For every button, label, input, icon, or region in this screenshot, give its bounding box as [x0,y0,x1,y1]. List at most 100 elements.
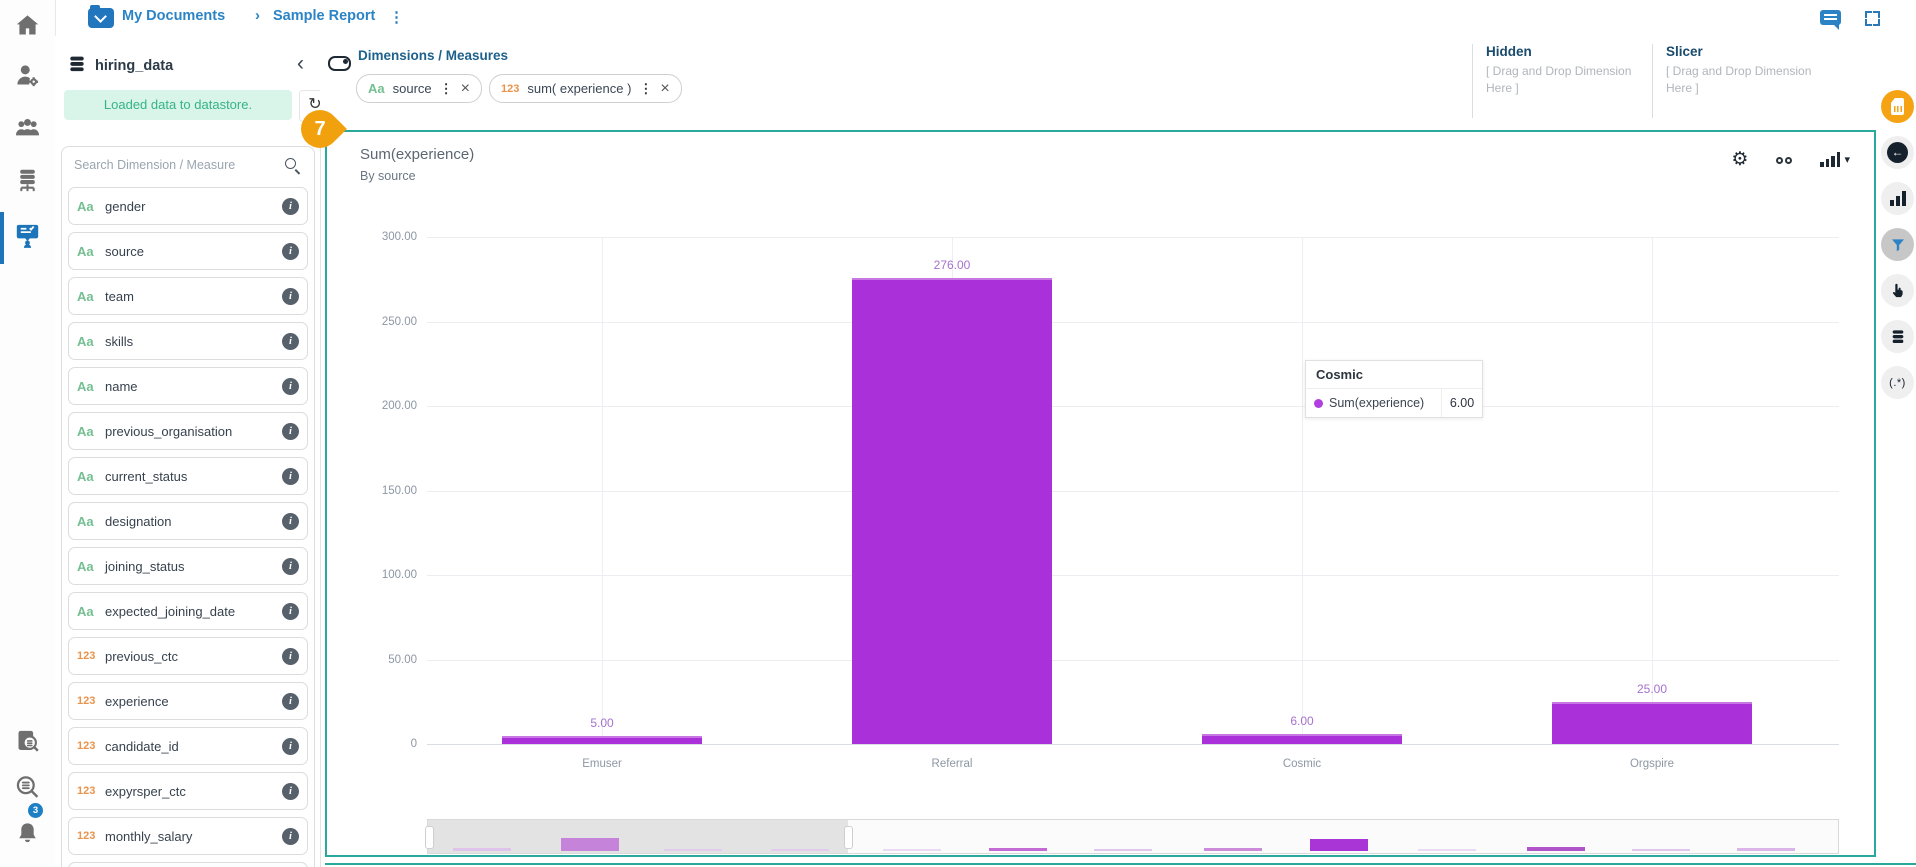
x-axis-label: Orgspire [1629,758,1675,770]
hidden-hint: [ Drag and Drop Dimension Here ] [1486,64,1632,95]
field-item-previous_ctc[interactable]: 123 previous_ctc i [68,637,308,675]
chip-label: sum( experience ) [527,81,632,96]
kebab-menu-icon[interactable]: ⋮ [440,81,453,97]
kebab-menu-icon[interactable]: ⋮ [639,81,652,97]
info-icon[interactable]: i [282,377,299,395]
field-item-offered_ctc[interactable]: 123offered_ctci [68,862,308,867]
field-item-team[interactable]: Aa team i [68,277,308,315]
filter-funnel-icon[interactable] [1881,228,1914,261]
chip-sum-experience-[interactable]: 123 sum( experience ) ⋮ × [489,74,682,103]
gridline [602,237,603,744]
y-axis-tick: 200.00 [381,400,417,412]
numeric-type-icon: 123 [77,830,96,842]
zoom-minimap[interactable] [425,819,1839,854]
breadcrumb-separator: › [255,7,260,24]
chart-type-selector-icon[interactable]: ▾ [1820,152,1850,167]
field-item-joining_status[interactable]: Aa joining_status i [68,547,308,585]
gridline [1302,237,1303,744]
info-icon[interactable]: i [282,692,299,710]
tooltip-series-name: Sum(experience) [1329,396,1425,410]
breadcrumb-sample-report[interactable]: Sample Report [273,8,375,24]
breadcrumb-my-documents[interactable]: My Documents [122,8,225,24]
notifications-bell-icon[interactable] [14,820,41,847]
bar-value-label: 5.00 [590,715,614,730]
field-label: gender [105,198,146,214]
field-item-skills[interactable]: Aa skills i [68,322,308,360]
slicer-drop-zone[interactable]: Slicer [ Drag and Drop Dimension Here ] [1652,44,1834,118]
comment-icon[interactable] [1820,10,1841,30]
field-label: monthly_salary [105,828,193,844]
chip-row: Aa source ⋮ × 123 sum( experience ) ⋮ × [356,74,682,103]
bar-chart-icon[interactable] [1881,182,1914,215]
info-icon[interactable]: i [282,512,299,530]
collapse-panel-icon[interactable]: ‹ [297,52,304,76]
field-item-name[interactable]: Aa name i [68,367,308,405]
bar-value-label: 276.00 [933,257,971,272]
users-group-icon[interactable] [14,114,41,141]
info-icon[interactable]: i [282,467,299,485]
hidden-drop-zone[interactable]: Hidden [ Drag and Drop Dimension Here ] [1472,44,1654,118]
minimap-left-handle[interactable] [425,826,434,849]
field-item-current_status[interactable]: Aa current_status i [68,457,308,495]
minimap-bar [1527,846,1585,851]
chart-panel: Sum(experience) By source ⚙ ▾ 300.00 250.… [325,130,1876,857]
field-label: name [105,378,138,394]
text-type-icon: Aa [77,513,94,529]
fullscreen-icon[interactable] [1865,11,1880,26]
info-icon[interactable]: i [282,827,299,845]
toggle-icon[interactable] [328,56,351,71]
chip-source[interactable]: Aa source ⋮ × [356,74,482,103]
field-item-previous_organisation[interactable]: Aa previous_organisation i [68,412,308,450]
numeric-type-icon: 123 [77,695,96,707]
user-settings-icon[interactable] [14,62,41,89]
back-arrow-icon[interactable]: ← [1881,136,1914,169]
close-icon[interactable]: × [461,80,470,98]
bar-Emuser[interactable] [502,735,702,744]
close-icon[interactable]: × [660,80,669,98]
bar-Orgspire[interactable] [1552,701,1752,744]
report-icon[interactable] [14,222,41,249]
data-search-icon[interactable] [14,774,41,801]
y-axis-tick: 50.00 [388,653,417,666]
info-icon[interactable]: i [282,422,299,440]
info-icon[interactable]: i [282,737,299,755]
field-item-gender[interactable]: Aa gender i [68,187,308,225]
bar-Cosmic[interactable] [1202,733,1402,744]
field-item-source[interactable]: Aa source i [68,232,308,270]
bar-Referral[interactable] [852,277,1052,744]
field-item-expyrsper_ctc[interactable]: 123 expyrsper_ctc i [68,772,308,810]
dimensions-measures-title: Dimensions / Measures [358,48,509,63]
top-bar: My Documents › Sample Report ⋮ [55,0,1916,37]
info-icon[interactable]: i [282,332,299,350]
field-item-monthly_salary[interactable]: 123 monthly_salary i [68,817,308,855]
info-icon[interactable]: i [282,197,299,215]
info-icon[interactable]: i [282,782,299,800]
info-icon[interactable]: i [282,647,299,665]
field-item-candidate_id[interactable]: 123 candidate_id i [68,727,308,765]
minimap-bar [664,848,722,851]
storage-card-icon[interactable] [1881,90,1914,123]
right-tool-rail: ← (.*) [1880,36,1916,867]
info-icon[interactable]: i [282,287,299,305]
field-item-experience[interactable]: 123 experience i [68,682,308,720]
notifications-badge: 3 [28,803,43,818]
info-icon[interactable]: i [282,242,299,260]
info-icon[interactable]: i [282,557,299,575]
field-item-expected_joining_date[interactable]: Aa expected_joining_date i [68,592,308,630]
search-icon[interactable] [285,158,300,173]
search-input[interactable] [72,157,266,173]
data-audit-icon[interactable] [14,728,41,755]
info-icon[interactable]: i [282,602,299,620]
minimap-right-handle[interactable] [844,826,853,849]
home-icon[interactable] [14,12,41,39]
field-item-designation[interactable]: Aa designation i [68,502,308,540]
annotation-badge[interactable]: 7 [293,102,347,156]
left-nav-rail: 3 [0,0,56,867]
bar-value-label: 25.00 [1636,681,1668,696]
report-kebab-menu-icon[interactable]: ⋮ [389,8,404,26]
database-icon[interactable] [1881,320,1914,353]
gear-icon[interactable]: ⚙ [1731,150,1748,169]
pointer-hand-icon[interactable] [1881,274,1914,307]
regex-icon[interactable]: (.*) [1881,366,1914,399]
datastore-icon[interactable] [14,168,41,195]
